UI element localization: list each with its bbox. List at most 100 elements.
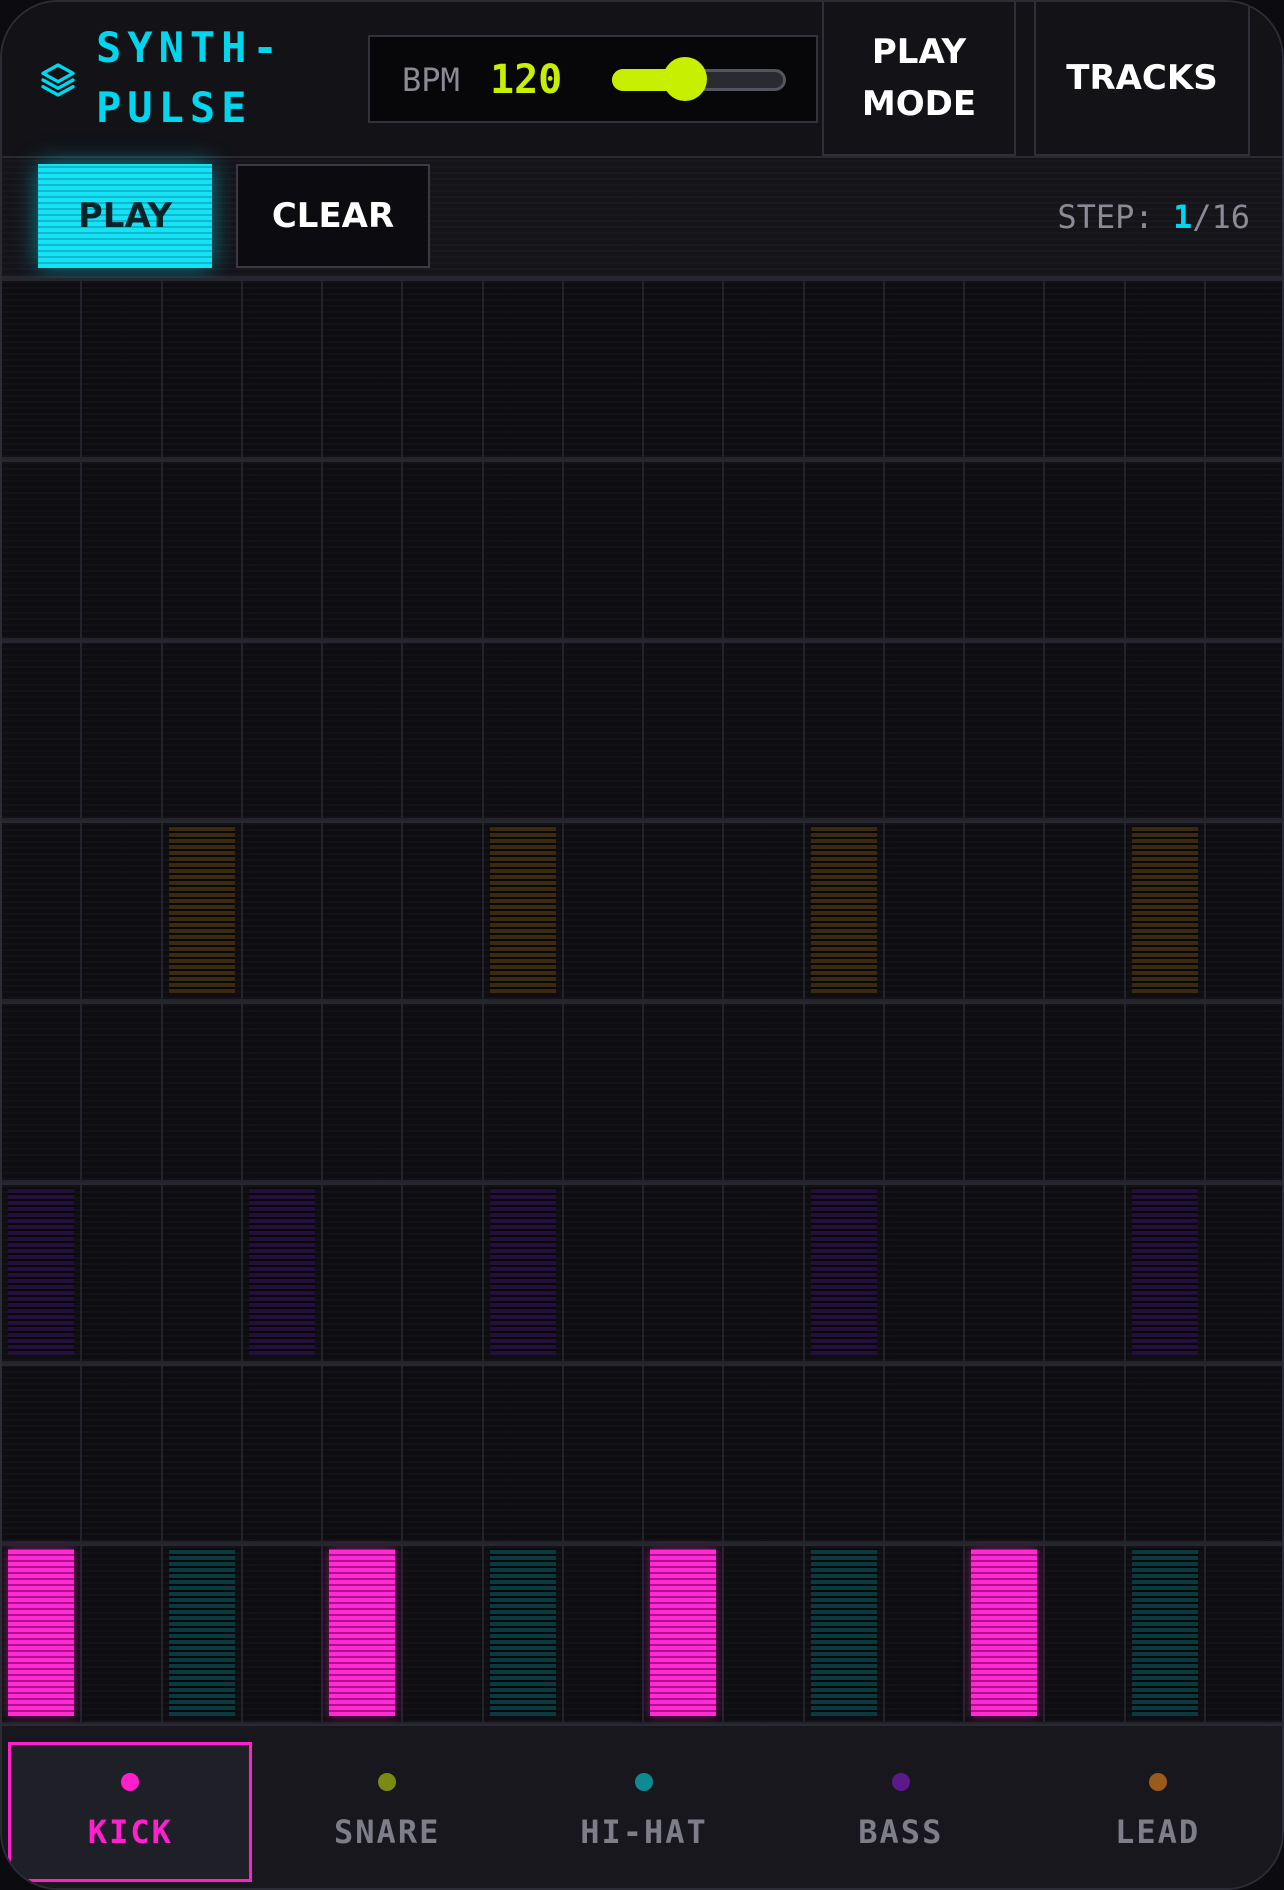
step-cell-r7-s8[interactable] <box>563 1362 644 1544</box>
step-cell-r1-s14[interactable] <box>1045 278 1126 459</box>
step-cell-r3-s6[interactable] <box>403 639 484 821</box>
step-cell-r6-s4[interactable] <box>242 1181 323 1363</box>
step-cell-r5-s12[interactable] <box>884 1001 965 1182</box>
step-cell-r7-s15[interactable] <box>1125 1362 1206 1544</box>
step-cell-r2-s13[interactable] <box>965 458 1046 640</box>
step-cell-r6-s9[interactable] <box>644 1181 725 1363</box>
step-cell-r2-s1[interactable] <box>2 458 83 640</box>
step-cell-r7-s7[interactable] <box>483 1362 564 1544</box>
step-cell-r6-s5[interactable] <box>323 1181 404 1363</box>
step-cell-r5-s10[interactable] <box>724 1001 805 1182</box>
step-cell-r3-s16[interactable] <box>1205 639 1282 821</box>
step-cell-r3-s3[interactable] <box>162 639 243 821</box>
step-cell-r2-s11[interactable] <box>804 458 885 640</box>
step-cell-r3-s2[interactable] <box>82 639 163 821</box>
step-cell-r1-s1[interactable] <box>2 278 83 459</box>
step-cell-r7-s12[interactable] <box>884 1362 965 1544</box>
step-cell-r8-s10[interactable] <box>724 1543 805 1724</box>
step-cell-r6-s10[interactable] <box>724 1181 805 1363</box>
step-cell-r7-s14[interactable] <box>1045 1362 1126 1544</box>
step-cell-r1-s3[interactable] <box>162 278 243 459</box>
step-cell-r5-s5[interactable] <box>323 1001 404 1182</box>
step-cell-r7-s16[interactable] <box>1205 1362 1282 1544</box>
step-cell-r2-s2[interactable] <box>82 458 163 640</box>
step-cell-r1-s7[interactable] <box>483 278 564 459</box>
step-cell-r4-s2[interactable] <box>82 820 163 1001</box>
step-cell-r2-s16[interactable] <box>1205 458 1282 640</box>
step-cell-r2-s4[interactable] <box>242 458 323 640</box>
step-cell-r7-s9[interactable] <box>644 1362 725 1544</box>
step-cell-r4-s1[interactable] <box>2 820 83 1001</box>
step-cell-r7-s2[interactable] <box>82 1362 163 1544</box>
step-cell-r8-s4[interactable] <box>242 1543 323 1724</box>
step-cell-r7-s10[interactable] <box>724 1362 805 1544</box>
step-cell-r8-s7[interactable] <box>483 1543 564 1724</box>
step-cell-r5-s11[interactable] <box>804 1001 885 1182</box>
step-cell-r4-s7[interactable] <box>483 820 564 1001</box>
step-cell-r3-s14[interactable] <box>1045 639 1126 821</box>
step-cell-r4-s11[interactable] <box>804 820 885 1001</box>
step-cell-r1-s5[interactable] <box>323 278 404 459</box>
step-cell-r6-s16[interactable] <box>1205 1181 1282 1363</box>
step-cell-r3-s8[interactable] <box>563 639 644 821</box>
clear-button[interactable]: CLEAR <box>236 164 430 268</box>
step-cell-r3-s10[interactable] <box>724 639 805 821</box>
step-cell-r6-s11[interactable] <box>804 1181 885 1363</box>
step-cell-r5-s3[interactable] <box>162 1001 243 1182</box>
step-cell-r5-s9[interactable] <box>644 1001 725 1182</box>
step-cell-r7-s4[interactable] <box>242 1362 323 1544</box>
step-cell-r2-s6[interactable] <box>403 458 484 640</box>
step-cell-r8-s3[interactable] <box>162 1543 243 1724</box>
step-cell-r4-s5[interactable] <box>323 820 404 1001</box>
play-mode-button[interactable]: PLAY MODE <box>822 2 1016 156</box>
step-cell-r4-s14[interactable] <box>1045 820 1126 1001</box>
step-cell-r5-s1[interactable] <box>2 1001 83 1182</box>
step-cell-r1-s2[interactable] <box>82 278 163 459</box>
step-cell-r5-s4[interactable] <box>242 1001 323 1182</box>
step-cell-r6-s1[interactable] <box>2 1181 83 1363</box>
tab-bass[interactable]: BASS <box>779 1742 1023 1882</box>
step-cell-r2-s12[interactable] <box>884 458 965 640</box>
step-cell-r7-s6[interactable] <box>403 1362 484 1544</box>
step-cell-r8-s15[interactable] <box>1125 1543 1206 1724</box>
step-cell-r5-s8[interactable] <box>563 1001 644 1182</box>
step-cell-r8-s8[interactable] <box>563 1543 644 1724</box>
step-cell-r5-s14[interactable] <box>1045 1001 1126 1182</box>
step-cell-r2-s15[interactable] <box>1125 458 1206 640</box>
step-cell-r1-s15[interactable] <box>1125 278 1206 459</box>
step-cell-r2-s14[interactable] <box>1045 458 1126 640</box>
tracks-button[interactable]: TRACKS <box>1034 2 1250 156</box>
step-cell-r8-s6[interactable] <box>403 1543 484 1724</box>
step-cell-r6-s8[interactable] <box>563 1181 644 1363</box>
step-cell-r4-s4[interactable] <box>242 820 323 1001</box>
step-cell-r8-s16[interactable] <box>1205 1543 1282 1724</box>
step-cell-r6-s13[interactable] <box>965 1181 1046 1363</box>
play-button[interactable]: PLAY <box>38 164 212 268</box>
step-cell-r3-s15[interactable] <box>1125 639 1206 821</box>
step-cell-r8-s13[interactable] <box>965 1543 1046 1724</box>
step-cell-r3-s7[interactable] <box>483 639 564 821</box>
step-cell-r2-s7[interactable] <box>483 458 564 640</box>
step-cell-r6-s14[interactable] <box>1045 1181 1126 1363</box>
step-cell-r7-s5[interactable] <box>323 1362 404 1544</box>
step-cell-r3-s5[interactable] <box>323 639 404 821</box>
step-cell-r6-s3[interactable] <box>162 1181 243 1363</box>
step-cell-r8-s1[interactable] <box>2 1543 83 1724</box>
step-cell-r5-s6[interactable] <box>403 1001 484 1182</box>
step-cell-r1-s16[interactable] <box>1205 278 1282 459</box>
step-cell-r8-s12[interactable] <box>884 1543 965 1724</box>
step-cell-r8-s2[interactable] <box>82 1543 163 1724</box>
step-cell-r3-s9[interactable] <box>644 639 725 821</box>
step-cell-r1-s13[interactable] <box>965 278 1046 459</box>
step-cell-r4-s9[interactable] <box>644 820 725 1001</box>
step-cell-r4-s12[interactable] <box>884 820 965 1001</box>
step-cell-r5-s2[interactable] <box>82 1001 163 1182</box>
step-cell-r4-s16[interactable] <box>1205 820 1282 1001</box>
step-cell-r7-s1[interactable] <box>2 1362 83 1544</box>
step-cell-r6-s15[interactable] <box>1125 1181 1206 1363</box>
step-cell-r2-s8[interactable] <box>563 458 644 640</box>
step-cell-r4-s10[interactable] <box>724 820 805 1001</box>
step-cell-r8-s9[interactable] <box>644 1543 725 1724</box>
bpm-slider-thumb[interactable] <box>663 57 708 101</box>
step-cell-r6-s7[interactable] <box>483 1181 564 1363</box>
